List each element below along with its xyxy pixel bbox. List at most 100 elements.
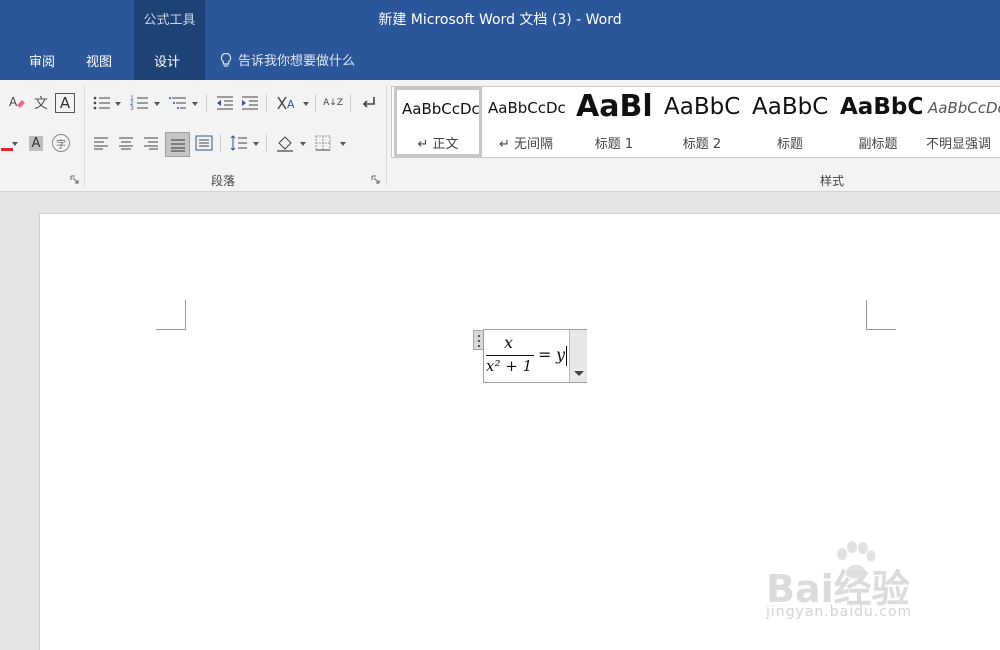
style-preview: AaBbC <box>664 94 741 120</box>
borders-icon <box>315 135 331 151</box>
decrease-indent-button[interactable] <box>214 92 236 114</box>
style-subtitle[interactable]: AaBbC 副标题 <box>834 87 922 157</box>
tell-me-box[interactable]: 告诉我你想要做什么 <box>218 50 355 69</box>
style-title[interactable]: AaBbC 标题 <box>746 87 834 157</box>
decrease-indent-icon <box>217 96 233 110</box>
style-preview: AaBbC <box>840 94 922 120</box>
tab-review[interactable]: 审阅 <box>29 51 55 70</box>
character-shading-icon: A <box>28 135 44 151</box>
shading-button[interactable] <box>274 132 296 154</box>
equation-equals: = <box>538 345 552 364</box>
bullets-dropdown[interactable] <box>115 102 121 106</box>
paint-bucket-icon <box>277 136 293 152</box>
fraction-bar <box>486 355 534 356</box>
line-spacing-dropdown[interactable] <box>253 142 259 146</box>
baidu-watermark: Bai经验 jingyan.baidu.com <box>740 540 1000 630</box>
character-border-button[interactable]: A <box>55 93 75 113</box>
justify-button[interactable] <box>165 132 190 157</box>
show-hide-marks-button[interactable] <box>358 92 380 114</box>
style-name: 不明显强调 <box>926 137 992 152</box>
character-shading-button[interactable]: A <box>25 132 47 154</box>
phonetic-guide-icon: 文 <box>34 96 48 112</box>
clear-formatting-button[interactable]: A <box>6 92 28 114</box>
lightbulb-icon <box>220 52 232 67</box>
distributed-icon <box>195 135 213 151</box>
style-normal[interactable]: AaBbCcDc ↵ 正文 <box>394 87 482 157</box>
style-name: 标题 <box>776 137 803 152</box>
title-bar: 公式工具 新建 Microsoft Word 文档 (3) - Word 审阅 … <box>0 0 1000 80</box>
justify-icon <box>170 139 185 151</box>
asian-layout-dropdown[interactable] <box>303 102 309 106</box>
style-subtle-emphasis[interactable]: AaBbCcDc 不明显强调 <box>922 87 1000 157</box>
numbering-button[interactable]: 1 2 3 <box>129 92 151 114</box>
equation-denominator: x² + 1 <box>486 357 533 375</box>
multilevel-list-dropdown[interactable] <box>192 102 198 106</box>
style-name: ↵ 无间隔 <box>498 137 554 152</box>
style-no-spacing[interactable]: AaBbCcDc ↵ 无间隔 <box>482 87 570 157</box>
style-preview: AaBbC <box>752 94 829 120</box>
numbering-dropdown[interactable] <box>154 102 160 106</box>
asian-layout-button[interactable]: A <box>274 92 302 114</box>
distributed-button[interactable] <box>193 132 215 154</box>
style-preview: AaBbCcDc <box>928 99 1000 117</box>
toolbar-divider <box>220 134 221 152</box>
align-right-button[interactable] <box>140 132 162 154</box>
shading-dropdown[interactable] <box>300 142 306 146</box>
style-name: ↵ 正文 <box>417 137 459 152</box>
paragraph-dialog-launcher-icon[interactable] <box>371 175 380 184</box>
align-right-icon <box>144 137 158 150</box>
enclose-characters-icon: 字 <box>52 134 70 152</box>
paragraph-mark-icon <box>362 97 375 108</box>
align-left-icon <box>94 137 108 150</box>
style-preview: AaBl <box>576 89 653 124</box>
style-name: 标题 2 <box>682 137 722 152</box>
align-center-button[interactable] <box>115 132 137 154</box>
tab-view[interactable]: 视图 <box>86 51 112 70</box>
increase-indent-button[interactable] <box>239 92 261 114</box>
align-left-button[interactable] <box>90 132 112 154</box>
toolbar-divider <box>206 94 207 112</box>
toolbar-divider <box>315 94 316 112</box>
bullets-button[interactable] <box>91 92 113 114</box>
styles-gallery: AaBbCcDc ↵ 正文 AaBbCcDc ↵ 无间隔 AaBl 标题 1 A… <box>391 86 1000 158</box>
style-heading-1[interactable]: AaBl 标题 1 <box>570 87 658 157</box>
line-spacing-icon <box>230 135 247 151</box>
equation-rhs: y <box>556 345 566 364</box>
toolbar-divider <box>266 134 267 152</box>
paragraph-group-label: 段落 <box>211 174 236 188</box>
bullets-icon <box>93 96 110 110</box>
multilevel-list-icon <box>169 97 186 109</box>
toolbar-divider <box>350 94 351 112</box>
font-dialog-launcher-icon[interactable] <box>70 175 79 184</box>
sort-button[interactable]: A↓Z <box>322 92 344 114</box>
svg-text:A: A <box>287 98 295 111</box>
text-cursor <box>566 346 567 366</box>
font-color-dropdown[interactable] <box>12 142 18 146</box>
toolbar-divider <box>266 94 267 112</box>
style-preview: AaBbCcDc <box>402 100 480 118</box>
phonetic-guide-button[interactable]: 文 <box>30 92 52 114</box>
line-spacing-button[interactable] <box>228 132 250 154</box>
increase-indent-icon <box>242 96 258 110</box>
svg-text:3: 3 <box>130 105 134 112</box>
numbering-icon: 1 2 3 <box>130 95 148 112</box>
equation-options-dropdown[interactable] <box>569 330 587 382</box>
align-center-icon <box>119 137 133 150</box>
equation-numerator: x <box>504 333 514 352</box>
multilevel-list-button[interactable] <box>167 92 189 114</box>
watermark-url: jingyan.baidu.com <box>766 604 913 620</box>
tab-design[interactable]: 设计 <box>154 51 180 70</box>
sort-icon: A↓Z <box>323 97 343 108</box>
borders-dropdown[interactable] <box>340 142 346 146</box>
borders-button[interactable] <box>312 132 334 154</box>
crop-mark-right <box>866 300 896 330</box>
style-name: 副标题 <box>858 137 898 152</box>
styles-group-label: 样式 <box>820 174 845 188</box>
style-heading-2[interactable]: AaBbC 标题 2 <box>658 87 746 157</box>
style-preview: AaBbCcDc <box>488 99 566 117</box>
document-title: 新建 Microsoft Word 文档 (3) - Word <box>378 12 622 28</box>
enclose-characters-button[interactable]: 字 <box>50 132 72 154</box>
group-separator <box>386 86 387 186</box>
crop-mark-left <box>156 300 186 330</box>
style-name: 标题 1 <box>594 137 634 152</box>
